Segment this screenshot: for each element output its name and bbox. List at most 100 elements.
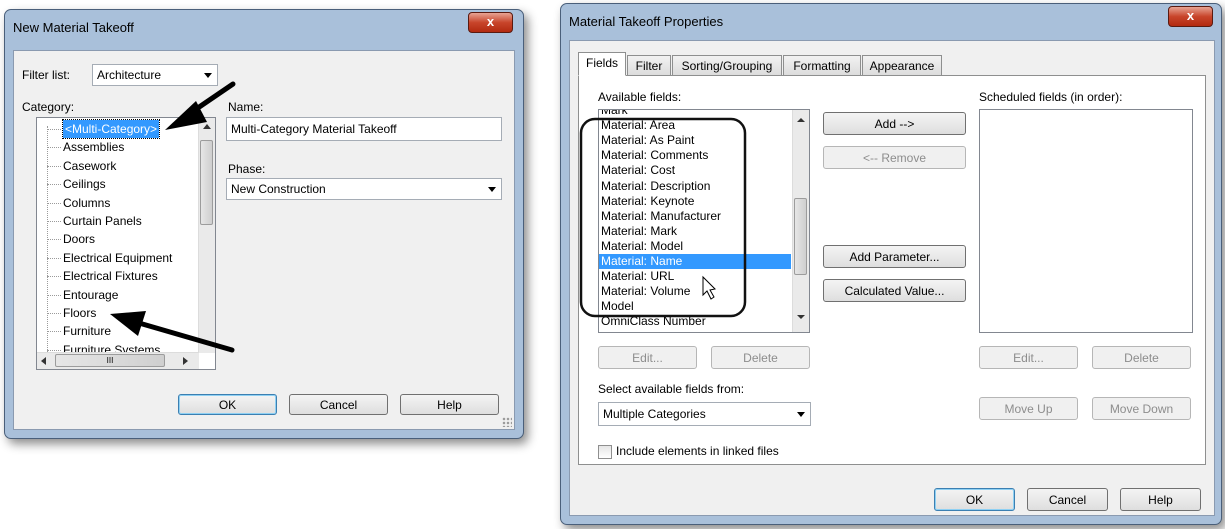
add-parameter-button[interactable]: Add Parameter... — [823, 245, 966, 268]
category-tree-item[interactable]: Electrical Equipment — [63, 249, 172, 267]
tab-appearance[interactable]: Appearance — [862, 55, 942, 75]
scheduled-fields-label: Scheduled fields (in order): — [979, 90, 1123, 104]
phase-combo[interactable]: New Construction — [226, 178, 502, 200]
scroll-thumb[interactable] — [200, 140, 213, 225]
tree-connector — [47, 202, 61, 204]
available-fields-list[interactable]: Mark Material: Area Material: As Paint Mate… — [598, 109, 810, 333]
available-field-item[interactable]: Material: Mark — [601, 224, 677, 239]
category-tree-item[interactable]: Assemblies — [63, 138, 124, 156]
edit-field-button[interactable]: Edit... — [598, 346, 697, 369]
name-input-value: Multi-Category Material Takeoff — [231, 122, 397, 136]
tab-fields[interactable]: Fields — [578, 52, 626, 76]
available-field-item[interactable]: Model — [601, 299, 634, 314]
horizontal-scroll-thumb[interactable]: III — [55, 354, 165, 367]
tree-trunk — [47, 126, 48, 362]
category-vertical-scrollbar[interactable] — [198, 118, 215, 353]
cancel-button[interactable]: Cancel — [1027, 488, 1108, 511]
available-field-item[interactable]: Material: Model — [601, 239, 683, 254]
ok-button[interactable]: OK — [178, 394, 277, 415]
available-fields-label: Available fields: — [598, 90, 682, 104]
tree-connector — [47, 129, 61, 130]
scroll-up-icon[interactable] — [203, 124, 211, 129]
category-tree-item[interactable]: Floors — [63, 304, 96, 322]
scroll-up-icon[interactable] — [797, 118, 805, 122]
scroll-thumb[interactable] — [794, 198, 807, 275]
select-fields-from-label: Select available fields from: — [598, 382, 745, 396]
dialog-title: New Material Takeoff — [13, 20, 134, 35]
category-tree-item[interactable]: Columns — [63, 194, 110, 212]
chevron-down-icon — [797, 412, 805, 417]
available-field-item[interactable]: Material: Manufacturer — [601, 209, 721, 224]
tab-formatting[interactable]: Formatting — [783, 55, 861, 75]
select-fields-from-combo[interactable]: Multiple Categories — [598, 402, 811, 426]
available-field-item[interactable]: Material: As Paint — [601, 133, 694, 148]
tab-filter[interactable]: Filter — [627, 55, 671, 75]
category-tree[interactable]: <Multi-Category> Assemblies Casework Ceilin… — [36, 117, 216, 370]
add-button[interactable]: Add --> — [823, 112, 966, 135]
calculated-value-button[interactable]: Calculated Value... — [823, 279, 966, 302]
phase-value: New Construction — [231, 182, 326, 196]
close-button[interactable]: x — [1168, 6, 1213, 27]
ok-button[interactable]: OK — [934, 488, 1015, 511]
filter-list-label: Filter list: — [22, 68, 70, 82]
category-tree-item[interactable]: Ceilings — [63, 175, 106, 193]
filter-list-combo[interactable]: Architecture — [92, 64, 218, 86]
category-tree-item[interactable]: Doors — [63, 230, 95, 248]
available-field-item[interactable]: Material: Volume — [601, 284, 690, 299]
help-button[interactable]: Help — [400, 394, 499, 415]
scheduled-fields-list[interactable] — [979, 109, 1193, 333]
scroll-grip-icon: III — [106, 356, 114, 365]
filter-list-value: Architecture — [97, 68, 162, 82]
close-button[interactable]: x — [468, 12, 513, 33]
dialog-client-area: Fields Filter Sorting/Grouping Formattin… — [569, 40, 1215, 516]
category-tree-item[interactable]: <Multi-Category> — [61, 119, 161, 139]
category-tree-item[interactable]: Furniture — [63, 322, 111, 340]
tree-connector — [47, 349, 61, 351]
category-tree-item[interactable]: Entourage — [63, 286, 118, 304]
fields-tab-panel: Available fields: Mark Material: Area Mate… — [578, 75, 1206, 465]
available-field-item[interactable]: Material: Comments — [601, 148, 708, 163]
tree-connector — [47, 147, 61, 149]
available-field-item[interactable]: Material: Name — [599, 254, 791, 269]
available-field-item[interactable]: Mark — [601, 110, 628, 118]
available-field-item[interactable]: OmniClass Number — [601, 314, 706, 329]
close-icon: x — [1186, 8, 1195, 23]
tree-connector — [47, 184, 61, 186]
tree-connector — [47, 165, 61, 167]
move-up-button[interactable]: Move Up — [979, 397, 1078, 420]
close-icon: x — [486, 14, 495, 29]
scroll-right-icon[interactable] — [183, 357, 188, 365]
material-takeoff-properties-dialog: Material Takeoff Properties x Fields Fil… — [560, 3, 1222, 525]
delete-scheduled-button[interactable]: Delete — [1092, 346, 1191, 369]
dialog-client-area: Filter list: Architecture Category: <Mul… — [13, 50, 515, 430]
available-field-item[interactable]: Material: Cost — [601, 163, 675, 178]
move-down-button[interactable]: Move Down — [1092, 397, 1191, 420]
category-horizontal-scrollbar[interactable]: III — [37, 352, 199, 369]
available-field-item[interactable]: Material: Area — [601, 118, 675, 133]
tree-connector — [47, 257, 61, 259]
tree-connector — [47, 294, 61, 296]
include-linked-label: Include elements in linked files — [616, 444, 779, 458]
edit-scheduled-button[interactable]: Edit... — [979, 346, 1078, 369]
dialog-title: Material Takeoff Properties — [569, 14, 724, 29]
delete-field-button[interactable]: Delete — [711, 346, 810, 369]
available-field-item[interactable]: Material: URL — [601, 269, 674, 284]
available-field-item[interactable]: Material: Description — [601, 179, 710, 194]
category-tree-item[interactable]: Casework — [63, 157, 116, 175]
category-tree-item[interactable]: Electrical Fixtures — [63, 267, 158, 285]
available-fields-scrollbar[interactable] — [792, 110, 809, 332]
tree-connector — [47, 331, 61, 333]
tab-sorting-grouping[interactable]: Sorting/Grouping — [672, 55, 782, 75]
help-button[interactable]: Help — [1120, 488, 1201, 511]
select-fields-from-value: Multiple Categories — [603, 407, 706, 421]
include-linked-checkbox[interactable] — [598, 445, 612, 459]
category-tree-item[interactable]: Curtain Panels — [63, 212, 142, 230]
scroll-left-icon[interactable] — [41, 357, 46, 365]
scroll-down-icon[interactable] — [797, 315, 805, 319]
available-field-item[interactable]: Material: Keynote — [601, 194, 694, 209]
name-input[interactable]: Multi-Category Material Takeoff — [226, 117, 502, 141]
resize-grip-icon[interactable] — [502, 417, 512, 427]
cancel-button[interactable]: Cancel — [289, 394, 388, 415]
remove-button[interactable]: <-- Remove — [823, 146, 966, 169]
tree-connector — [47, 313, 61, 314]
